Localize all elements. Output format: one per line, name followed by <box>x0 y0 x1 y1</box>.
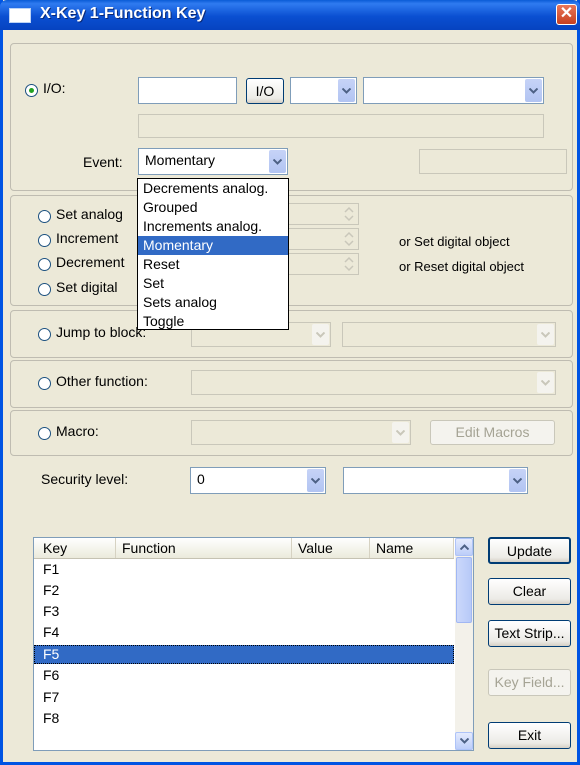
window-icon <box>9 8 31 23</box>
dropdown-option[interactable]: Toggle <box>138 312 288 331</box>
or-set-digital-label: or Set digital object <box>399 234 510 249</box>
io-type-combo[interactable] <box>290 77 357 104</box>
security-extra-combo[interactable] <box>343 467 528 494</box>
table-row[interactable]: F7 <box>34 688 454 707</box>
exit-button[interactable]: Exit <box>488 722 571 749</box>
other-radio[interactable] <box>38 377 51 390</box>
col-key[interactable]: Key <box>34 538 116 558</box>
decrement-radio[interactable] <box>38 258 51 271</box>
table-header: Key Function Value Name <box>34 538 454 559</box>
other-group: Other function: <box>10 360 573 408</box>
set-analog-radio[interactable] <box>38 210 51 223</box>
table-row[interactable]: F8 <box>34 709 454 728</box>
macro-group: Macro: Edit Macros <box>10 410 573 456</box>
chevron-down-icon[interactable] <box>509 469 526 492</box>
io-address-input[interactable] <box>138 77 237 104</box>
or-reset-digital-label: or Reset digital object <box>399 259 525 274</box>
analog-group: Set analog Increment Decrement Set digit… <box>10 195 573 306</box>
spinner-icon[interactable] <box>341 204 357 224</box>
close-button[interactable]: ✕ <box>556 4 577 25</box>
dropdown-option[interactable]: Set <box>138 274 288 293</box>
set-digital-label: Set digital <box>56 279 118 295</box>
table-scrollbar[interactable] <box>455 538 473 750</box>
dropdown-option[interactable]: Decrements analog. <box>138 179 288 198</box>
event-value: Momentary <box>145 152 216 168</box>
table-row[interactable]: F3 <box>34 602 454 621</box>
io-radio[interactable] <box>25 84 38 97</box>
io-group: I/O: I/O Event: Momentary <box>10 43 573 191</box>
table-row[interactable]: F4 <box>34 623 454 642</box>
table-row-selected[interactable]: F5 <box>34 645 454 664</box>
col-name[interactable]: Name <box>370 538 454 558</box>
scroll-thumb[interactable] <box>456 557 472 623</box>
text-strip-button[interactable]: Text Strip... <box>488 620 571 647</box>
security-level-value: 0 <box>197 471 205 487</box>
other-function-combo <box>191 370 556 395</box>
window-title: X-Key 1-Function Key <box>40 5 206 22</box>
macro-label: Macro: <box>56 423 99 439</box>
scroll-up-button[interactable] <box>455 538 473 556</box>
chevron-down-icon[interactable] <box>338 79 355 102</box>
spinner-icon[interactable] <box>341 229 357 249</box>
keys-table[interactable]: Key Function Value Name F1 F2 F3 F4 F5 F… <box>33 537 474 751</box>
chevron-down-icon <box>312 324 329 345</box>
dropdown-option[interactable]: Grouped <box>138 198 288 217</box>
jump-group: Jump to block: <box>10 310 573 358</box>
jump-label: Jump to block: <box>56 324 147 340</box>
dropdown-option[interactable]: Sets analog <box>138 293 288 312</box>
event-side-field <box>419 149 567 174</box>
table-row[interactable]: F2 <box>34 581 454 600</box>
title-bar[interactable]: X-Key 1-Function Key ✕ <box>0 0 580 30</box>
jump-radio[interactable] <box>38 328 51 341</box>
chevron-down-icon <box>392 422 409 443</box>
chevron-down-icon[interactable] <box>307 469 324 492</box>
chevron-down-icon[interactable] <box>525 79 542 102</box>
macro-combo <box>191 420 411 445</box>
spinner-icon[interactable] <box>341 254 357 274</box>
event-combo[interactable]: Momentary <box>138 148 288 175</box>
chevron-down-icon[interactable] <box>269 150 286 173</box>
key-field-button: Key Field... <box>488 669 571 696</box>
chevron-up-icon <box>459 544 469 550</box>
function-key-dialog: X-Key 1-Function Key ✕ I/O: I/O Event: M… <box>0 0 580 765</box>
event-dropdown-list[interactable]: Decrements analog. Grouped Increments an… <box>137 178 289 330</box>
table-row[interactable]: F1 <box>34 560 454 579</box>
io-label: I/O: <box>43 80 66 96</box>
macro-radio[interactable] <box>38 427 51 440</box>
set-analog-label: Set analog <box>56 206 123 222</box>
io-description-field <box>138 114 544 138</box>
col-value[interactable]: Value <box>292 538 370 558</box>
chevron-down-icon <box>537 372 554 393</box>
io-browse-button[interactable]: I/O <box>246 78 284 104</box>
col-function[interactable]: Function <box>116 538 292 558</box>
event-label: Event: <box>83 154 123 170</box>
jump-target-combo <box>342 322 556 347</box>
edit-macros-button: Edit Macros <box>430 420 555 445</box>
chevron-down-icon <box>537 324 554 345</box>
increment-radio[interactable] <box>38 234 51 247</box>
increment-label: Increment <box>56 230 119 246</box>
scroll-down-button[interactable] <box>455 732 473 750</box>
update-button[interactable]: Update <box>488 537 571 564</box>
dropdown-option[interactable]: Increments analog. <box>138 217 288 236</box>
dropdown-option-selected[interactable]: Momentary <box>138 236 288 255</box>
table-row[interactable]: F6 <box>34 666 454 685</box>
chevron-down-icon <box>459 738 469 744</box>
other-label: Other function: <box>56 373 148 389</box>
security-label: Security level: <box>41 471 129 487</box>
security-level-combo[interactable]: 0 <box>190 467 326 494</box>
decrement-label: Decrement <box>56 254 125 270</box>
dropdown-option[interactable]: Reset <box>138 255 288 274</box>
io-object-combo[interactable] <box>363 77 544 104</box>
set-digital-radio[interactable] <box>38 283 51 296</box>
clear-button[interactable]: Clear <box>488 578 571 605</box>
